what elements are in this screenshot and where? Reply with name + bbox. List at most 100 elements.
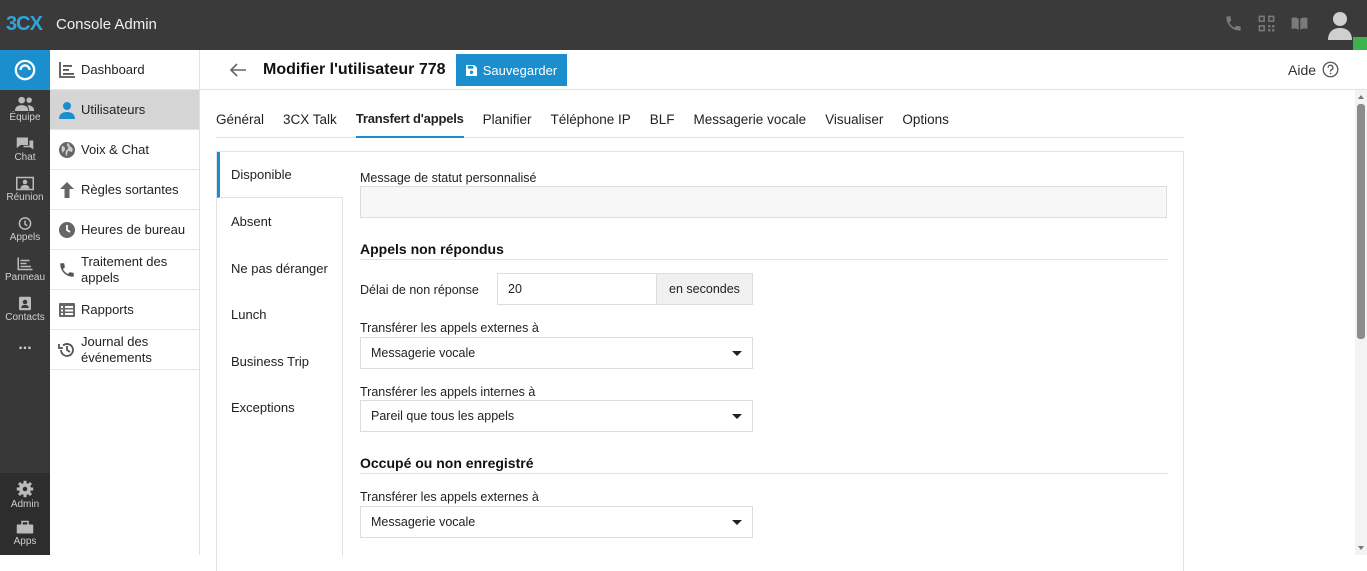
busy-external-forward-select[interactable]: Messagerie vocale bbox=[360, 506, 753, 538]
scrollbar-thumb[interactable] bbox=[1357, 104, 1365, 339]
scroll-down-arrow-icon[interactable] bbox=[1358, 546, 1364, 550]
no-answer-delay-label: Délai de non réponse bbox=[360, 283, 479, 297]
main-content: Modifier l'utilisateur 778 Sauvegarder A… bbox=[200, 50, 1367, 571]
page-title: Modifier l'utilisateur 778 bbox=[263, 61, 446, 78]
rail-label: Chat bbox=[14, 152, 36, 163]
sidebar-item-users[interactable]: Utilisateurs bbox=[50, 90, 199, 130]
online-status-indicator bbox=[1353, 37, 1367, 50]
rail-item-apps[interactable]: Apps bbox=[0, 517, 50, 557]
delay-unit-addon: en secondes bbox=[656, 273, 753, 305]
rail-label: Appels bbox=[9, 232, 41, 243]
app-title: Console Admin bbox=[56, 16, 157, 33]
sidebar-item-dashboard[interactable]: Dashboard bbox=[50, 50, 199, 90]
rail-item-meeting[interactable]: Réunion bbox=[0, 173, 50, 213]
section-title-no-answer: Appels non répondus bbox=[360, 241, 504, 257]
subnav-item-do-not-disturb[interactable]: Ne pas déranger bbox=[217, 245, 343, 291]
tab-view[interactable]: Visualiser bbox=[825, 100, 883, 138]
sidebar-item-label: Rapports bbox=[81, 301, 134, 317]
qr-code-icon[interactable] bbox=[1257, 14, 1276, 33]
busy-external-forward-label: Transférer les appels externes à bbox=[360, 490, 539, 504]
sidebar-item-office-hours[interactable]: Heures de bureau bbox=[50, 210, 199, 250]
rail-label: Admin bbox=[10, 499, 40, 510]
internal-forward-value: Pareil que tous les appels bbox=[371, 409, 515, 423]
sidebar-item-label: Utilisateurs bbox=[81, 101, 146, 117]
phone-icon[interactable] bbox=[1224, 14, 1243, 33]
sidebar-item-label: Dashboard bbox=[81, 61, 145, 77]
busy-external-forward-value: Messagerie vocale bbox=[371, 515, 476, 529]
rail-item-calls[interactable]: Appels bbox=[0, 213, 50, 253]
status-message-input[interactable] bbox=[360, 186, 1167, 218]
help-label: Aide bbox=[1288, 61, 1317, 78]
rail-bottom: Admin Apps bbox=[0, 473, 50, 555]
tab-call-forwarding[interactable]: Transfert d'appels bbox=[355, 100, 464, 138]
subnav-item-business-trip[interactable]: Business Trip bbox=[217, 338, 343, 384]
home-button[interactable] bbox=[0, 50, 50, 90]
admin-sidebar: Dashboard Utilisateurs Voix & Chat Règle… bbox=[50, 50, 200, 555]
help-link[interactable]: Aide bbox=[1288, 61, 1339, 78]
sidebar-item-label: Journal des événements bbox=[81, 333, 152, 365]
sidebar-item-voice-chat[interactable]: Voix & Chat bbox=[50, 130, 199, 170]
question-circle-icon bbox=[1322, 61, 1339, 78]
team-icon bbox=[15, 96, 35, 111]
user-icon bbox=[59, 101, 75, 119]
list-icon bbox=[59, 302, 75, 317]
rail-item-team[interactable]: Équipe bbox=[0, 93, 50, 133]
user-tabs: Général 3CX Talk Transfert d'appels Plan… bbox=[216, 100, 1184, 138]
subnav-item-lunch[interactable]: Lunch bbox=[217, 291, 343, 337]
floppy-disk-icon bbox=[465, 64, 477, 76]
rail-label: Réunion bbox=[6, 192, 44, 203]
chevron-down-icon bbox=[732, 351, 742, 356]
clock-icon bbox=[59, 221, 75, 238]
external-forward-value: Messagerie vocale bbox=[371, 346, 476, 360]
section-divider bbox=[360, 259, 1168, 260]
3cx-home-icon bbox=[14, 59, 36, 81]
rail-item-chat[interactable]: Chat bbox=[0, 133, 50, 173]
subnav-item-available[interactable]: Disponible bbox=[217, 152, 343, 198]
phone-icon bbox=[60, 262, 74, 277]
status-subnav: Disponible Absent Ne pas déranger Lunch … bbox=[217, 152, 343, 556]
back-arrow-icon[interactable] bbox=[228, 60, 248, 80]
save-button-label: Sauvegarder bbox=[482, 62, 558, 78]
scroll-up-arrow-icon[interactable] bbox=[1358, 95, 1364, 99]
rail-item-contacts[interactable]: Contacts bbox=[0, 293, 50, 333]
internal-forward-select[interactable]: Pareil que tous les appels bbox=[360, 400, 753, 432]
tab-3cx-talk[interactable]: 3CX Talk bbox=[283, 100, 337, 138]
external-forward-label: Transférer les appels externes à bbox=[360, 321, 539, 335]
sidebar-item-label: Règles sortantes bbox=[81, 181, 179, 197]
save-button[interactable]: Sauvegarder bbox=[456, 54, 567, 86]
tab-schedule[interactable]: Planifier bbox=[483, 100, 532, 138]
app-logo[interactable]: 3CX bbox=[6, 13, 43, 36]
tab-general[interactable]: Général bbox=[216, 100, 264, 138]
rail-item-panel[interactable]: Panneau bbox=[0, 253, 50, 293]
tab-voicemail[interactable]: Messagerie vocale bbox=[694, 100, 807, 138]
tab-ip-phone[interactable]: Téléphone IP bbox=[550, 100, 630, 138]
chevron-down-icon bbox=[732, 520, 742, 525]
book-icon[interactable] bbox=[1290, 14, 1309, 33]
gear-icon bbox=[16, 480, 34, 498]
tab-blf[interactable]: BLF bbox=[650, 100, 675, 138]
rail-item-admin[interactable]: Admin bbox=[0, 477, 50, 517]
no-answer-delay-input[interactable]: 20 bbox=[497, 273, 657, 305]
external-forward-select[interactable]: Messagerie vocale bbox=[360, 337, 753, 369]
dashboard-icon bbox=[59, 61, 75, 78]
user-avatar-icon[interactable] bbox=[1327, 10, 1353, 40]
apps-icon bbox=[16, 520, 34, 534]
rail-label: Panneau bbox=[4, 272, 46, 283]
sidebar-item-call-handling[interactable]: Traitement des appels bbox=[50, 250, 199, 290]
section-divider bbox=[360, 473, 1168, 474]
internal-forward-label: Transférer les appels internes à bbox=[360, 385, 536, 399]
sidebar-item-outbound-rules[interactable]: Règles sortantes bbox=[50, 170, 199, 210]
tab-options[interactable]: Options bbox=[902, 100, 949, 138]
history-icon bbox=[18, 217, 32, 230]
page-scrollbar[interactable] bbox=[1355, 90, 1367, 555]
subnav-item-away[interactable]: Absent bbox=[217, 198, 343, 244]
sidebar-item-label: Heures de bureau bbox=[81, 221, 186, 237]
subnav-item-exceptions[interactable]: Exceptions bbox=[217, 384, 343, 430]
chat-icon bbox=[16, 137, 34, 150]
sidebar-item-label: Traitement des appels bbox=[81, 253, 168, 285]
more-icon[interactable]: ... bbox=[0, 336, 50, 376]
rail-label: Équipe bbox=[9, 112, 41, 123]
sidebar-item-reports[interactable]: Rapports bbox=[50, 290, 199, 330]
left-rail: Équipe Chat Réunion Appels Panneau Conta… bbox=[0, 50, 50, 555]
sidebar-item-event-log[interactable]: Journal des événements bbox=[50, 330, 199, 370]
